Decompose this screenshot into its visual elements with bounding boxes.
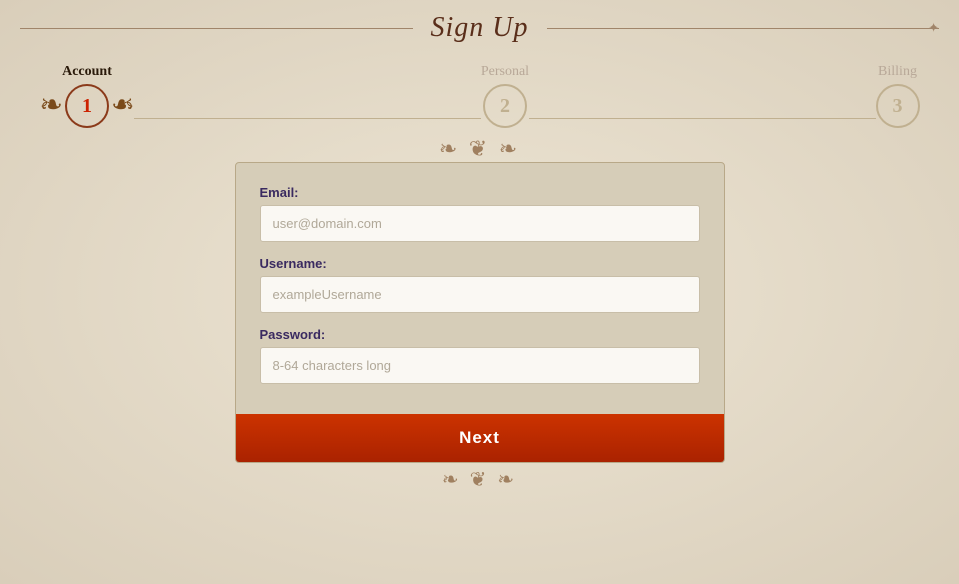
step-personal[interactable]: Personal 2 xyxy=(481,64,529,128)
username-field-group: Username: xyxy=(260,256,700,313)
step-personal-label: Personal xyxy=(481,64,529,80)
step-divider-2 xyxy=(529,118,875,119)
steps-container: Account ❧ 1 ❧ Personal 2 Billing 3 xyxy=(40,64,920,128)
password-input[interactable] xyxy=(260,347,700,384)
wing-left: ❧ xyxy=(40,92,63,120)
header-ornament-right: ✦ xyxy=(928,20,939,36)
password-field-group: Password: xyxy=(260,327,700,384)
step-billing[interactable]: Billing 3 xyxy=(876,64,920,128)
username-input[interactable] xyxy=(260,276,700,313)
email-input[interactable] xyxy=(260,205,700,242)
wing-right: ❧ xyxy=(111,92,134,120)
page-title: Sign Up xyxy=(413,12,547,44)
ornament-bottom: ❧ ❦ ❧ xyxy=(442,467,517,492)
email-field-group: Email: xyxy=(260,185,700,242)
header-line-right: ✦ xyxy=(547,28,940,29)
step-personal-circle: 2 xyxy=(483,84,527,128)
step-divider-1 xyxy=(134,118,480,119)
next-button[interactable]: Next xyxy=(236,414,724,462)
page-header: Sign Up ✦ xyxy=(0,0,959,56)
signup-form: Email: Username: Password: Next xyxy=(235,162,725,463)
step-account-circle: 1 xyxy=(65,84,109,128)
step-account-wings: ❧ 1 ❧ xyxy=(40,84,135,128)
header-line-left xyxy=(20,28,413,29)
step-account[interactable]: Account ❧ 1 ❧ xyxy=(40,64,135,128)
ornament-top: ❧ ❦ ❧ xyxy=(439,136,520,162)
step-account-label: Account xyxy=(62,64,112,80)
username-label: Username: xyxy=(260,256,700,271)
password-label: Password: xyxy=(260,327,700,342)
step-billing-circle: 3 xyxy=(876,84,920,128)
email-label: Email: xyxy=(260,185,700,200)
step-billing-label: Billing xyxy=(878,64,917,80)
